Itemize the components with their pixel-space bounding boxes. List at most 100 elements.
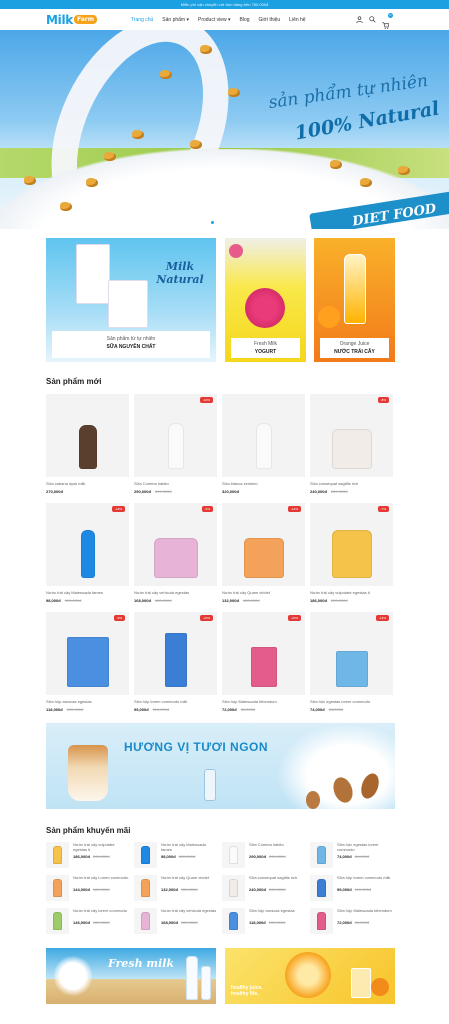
product-image[interactable]: -10%: [134, 394, 217, 477]
promo-thumb[interactable]: [46, 875, 69, 901]
promo-thumb[interactable]: [134, 875, 157, 901]
product-name[interactable]: Sữa consequat sagittis rich: [249, 875, 305, 885]
product-name[interactable]: Sữa hộc egestas lorem commodo: [337, 842, 393, 852]
promo-thumb[interactable]: [222, 875, 245, 901]
promo-item[interactable]: Nước trái cây Malesuada fames 98,000đ 120,…: [134, 842, 217, 868]
banner-healthy-juice[interactable]: healthy juice. healthy life.: [225, 948, 395, 1004]
product-name[interactable]: Sữa cabana dysk milk: [46, 481, 129, 486]
product-name[interactable]: Sữa hộp Malesuada bibendum: [337, 908, 393, 918]
product-image[interactable]: [222, 394, 305, 477]
product-image[interactable]: -8%: [310, 394, 393, 477]
product-name[interactable]: Sữa hộc egestas lorem commodo: [310, 699, 393, 704]
product-image[interactable]: -18%: [46, 503, 129, 586]
current-price: 98,000đ: [46, 598, 61, 603]
promo-item[interactable]: Nước trái cây Quam viridet 132,000đ 150,00…: [134, 875, 217, 901]
product-card[interactable]: Sữa cabana dysk milk 270,000đ: [46, 394, 129, 497]
product-photo: [53, 846, 62, 864]
product-name[interactable]: Nước trái cây Lorem commodo: [73, 875, 129, 885]
promo-item[interactable]: Nước trái cây lorem commodo 146,000đ 160,0…: [46, 908, 129, 934]
milk-glass-image: [201, 966, 211, 1000]
product-name[interactable]: Sữa hộp lorem commodo milk: [337, 875, 393, 885]
flavor-banner[interactable]: HƯƠNG VỊ TƯƠI NGON: [46, 723, 395, 809]
product-name[interactable]: Nước trái cây vehicula egestas: [134, 590, 217, 595]
promo-item[interactable]: Nước trái cây vulputate egestas ti 186,00…: [46, 842, 129, 868]
promo-thumb[interactable]: [46, 842, 69, 868]
product-card[interactable]: -8% Sữa consequat sagittis rich 240,000đ 26…: [310, 394, 393, 497]
product-card[interactable]: -12% Nước trái cây Quam viridet 132,000đ 15…: [222, 503, 305, 606]
product-card[interactable]: -10% Sữa hộp Malesuada bibendum 72,000đ 80,…: [222, 612, 305, 715]
product-image[interactable]: -10%: [134, 612, 217, 695]
product-card[interactable]: -10% Sữa Comma habito 290,000đ 310,000đ: [134, 394, 217, 497]
product-name[interactable]: Nước trái cây Quam viridet: [161, 875, 217, 885]
promo-thumb[interactable]: [222, 842, 245, 868]
product-name[interactable]: Sữa hộp Malesuada bibendum: [222, 699, 305, 704]
promo-item[interactable]: Sữa hộp Malesuada bibendum 72,000đ 80,000đ: [310, 908, 393, 934]
banner-subtitle: Orange Juice: [339, 341, 370, 347]
product-name[interactable]: Sữa hộp lorem commodo milk: [134, 699, 217, 704]
promo-item[interactable]: Sữa Comma habito 290,000đ 310,000đ: [222, 842, 305, 868]
promo-thumb[interactable]: [310, 842, 333, 868]
product-name[interactable]: Nước trái cây vulputate egestas ti: [310, 590, 393, 595]
product-image[interactable]: -7%: [310, 503, 393, 586]
promo-item[interactable]: Sữa hộp aruscas egestas 118,000đ 130,000đ: [222, 908, 305, 934]
product-name[interactable]: Nước trái cây vulputate egestas ti: [73, 842, 129, 852]
product-image[interactable]: -9%: [46, 612, 129, 695]
product-name[interactable]: Nước trái cây Malesuada fames: [161, 842, 217, 852]
product-name[interactable]: Nước trái cây Quam viridet: [222, 590, 305, 595]
promo-item[interactable]: Sữa hộc egestas lorem commodo 74,000đ 84,0…: [310, 842, 393, 868]
old-price: 260,000đ: [330, 489, 348, 494]
product-name[interactable]: Sữa consequat sagittis rich: [310, 481, 393, 486]
promo-thumb[interactable]: [310, 875, 333, 901]
product-card[interactable]: -7% Nước trái cây vulputate egestas ti 186…: [310, 503, 393, 606]
nav-item-about[interactable]: Giới thiệu: [259, 17, 281, 23]
banner-yogurt[interactable]: Fresh Milk YOGURT: [225, 238, 306, 362]
banner-fresh-milk[interactable]: Fresh milk: [46, 948, 216, 1004]
promo-thumb[interactable]: [46, 908, 69, 934]
product-name[interactable]: Sữa Comma habito: [134, 481, 217, 486]
product-image[interactable]: -6%: [134, 503, 217, 586]
product-card[interactable]: -6% Nước trái cây vehicula egestas 168,000…: [134, 503, 217, 606]
nav-item-products[interactable]: Sản phẩm ▾: [162, 17, 189, 23]
promo-thumb[interactable]: [134, 842, 157, 868]
nav-item-product-view[interactable]: Product view ▾: [198, 17, 231, 23]
product-card[interactable]: -12% Sữa hộc egestas lorem commodo 74,000đ…: [310, 612, 393, 715]
product-card[interactable]: Sữa blanca zenkem 320,000đ: [222, 394, 305, 497]
promo-thumb[interactable]: [222, 908, 245, 934]
product-name[interactable]: Sữa blanca zenkem: [222, 481, 305, 486]
logo-word-milk: Milk: [46, 12, 73, 27]
nav-item-home[interactable]: Trang chủ: [131, 17, 153, 23]
old-price: 310,000đ: [268, 854, 286, 859]
promo-item[interactable]: Sữa hộp lorem commodo milk 99,000đ 110,000…: [310, 875, 393, 901]
nav-item-blog[interactable]: Blog: [240, 17, 250, 23]
product-name[interactable]: Nước trái cây vehicula egestas: [161, 908, 217, 918]
product-image[interactable]: -12%: [310, 612, 393, 695]
site-logo[interactable]: Milk Farm: [46, 13, 97, 27]
product-name[interactable]: Sữa Comma habito: [249, 842, 305, 852]
product-name[interactable]: Sữa hộp aruscas egestas: [46, 699, 129, 704]
hero-slider[interactable]: sản phẩm tự nhiên 100% Natural DIET FOOD: [0, 30, 449, 229]
promo-info: Sữa hộp Malesuada bibendum 72,000đ 80,000đ: [337, 908, 393, 934]
product-image[interactable]: -10%: [222, 612, 305, 695]
product-card[interactable]: -9% Sữa hộp aruscas egestas 118,000đ 130,00…: [46, 612, 129, 715]
promo-thumb[interactable]: [134, 908, 157, 934]
product-image[interactable]: -12%: [222, 503, 305, 586]
juice-glass-image: [351, 968, 371, 998]
cereal-flake: [360, 178, 372, 187]
promo-thumb[interactable]: [310, 908, 333, 934]
product-name[interactable]: Nước trái cây Malesuada fames: [46, 590, 129, 595]
promo-item[interactable]: Nước trái cây vehicula egestas 168,000đ 18…: [134, 908, 217, 934]
banner-orange-juice[interactable]: Orange Juice NƯỚC TRÁI CÂY: [314, 238, 395, 362]
product-image[interactable]: [46, 394, 129, 477]
product-name[interactable]: Sữa hộp aruscas egestas: [249, 908, 305, 918]
natural-milk-logo: Milk Natural: [156, 260, 204, 286]
promo-item[interactable]: Nước trái cây Lorem commodo 144,000đ 160,0…: [46, 875, 129, 901]
product-card[interactable]: -10% Sữa hộp lorem commodo milk 99,000đ 110…: [134, 612, 217, 715]
product-name[interactable]: Nước trái cây lorem commodo: [73, 908, 129, 918]
banner-natural-milk[interactable]: Milk Natural Sản phẩm từ tự nhiên SỮA NG…: [46, 238, 216, 362]
user-icon[interactable]: [356, 16, 363, 23]
slider-dot-active[interactable]: [211, 221, 214, 224]
promo-item[interactable]: Sữa consequat sagittis rich 240,000đ 260,0…: [222, 875, 305, 901]
search-icon[interactable]: [369, 16, 376, 23]
nav-item-contact[interactable]: Liên hệ: [289, 17, 305, 23]
product-card[interactable]: -18% Nước trái cây Malesuada fames 98,000đ…: [46, 503, 129, 606]
